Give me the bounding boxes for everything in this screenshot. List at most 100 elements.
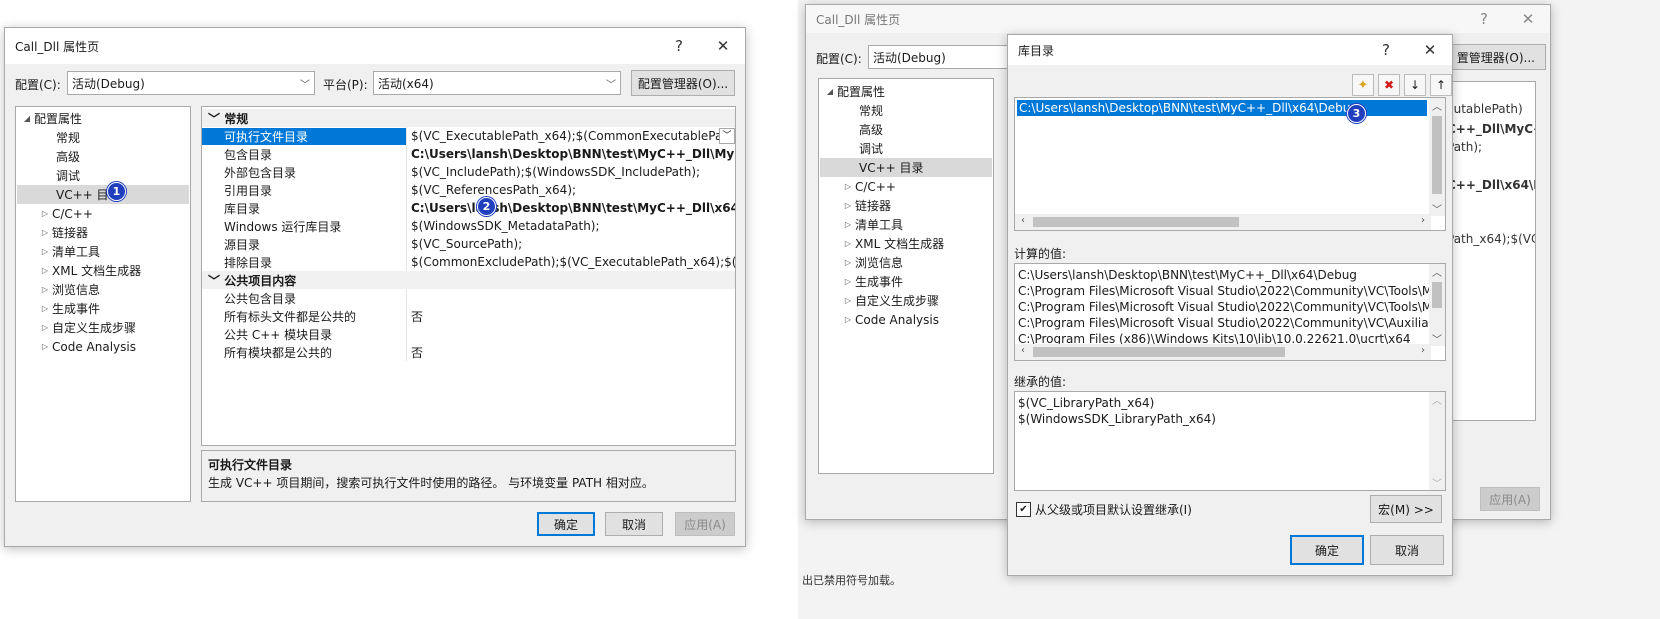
category-public-project[interactable]: ﹀ 公共项目内容 [202,271,735,289]
tree-item-manifest-tool[interactable]: ▷ 清单工具 [841,215,903,234]
vertical-scrollbar[interactable]: ︿ ﹀ [1429,264,1445,346]
tree-item-code-analysis[interactable]: ▷ Code Analysis [841,310,939,329]
scroll-up-icon[interactable]: ︿ [1429,98,1445,113]
tree-item-custom-build[interactable]: ▷ 自定义生成步骤 [38,318,136,337]
scroll-down-icon[interactable]: ﹀ [1429,201,1445,216]
scroll-up-icon[interactable]: ︿ [1429,392,1445,407]
help-button[interactable]: ? [1364,41,1408,59]
scroll-thumb[interactable] [1432,282,1442,308]
row-value: $(VC_IncludePath);$(WindowsSDK_IncludePa… [406,163,735,181]
horizontal-scrollbar[interactable]: ‹ › [1015,344,1431,360]
vertical-scrollbar[interactable]: ︿ ﹀ [1429,392,1445,490]
tree-item-general[interactable]: 常规 [56,128,80,147]
row-winrt-dirs[interactable]: Windows 运行库目录 $(WindowsSDK_MetadataPath); [202,217,735,235]
tree-item-build-events[interactable]: ▷ 生成事件 [841,272,903,291]
tree-item-c-cpp[interactable]: ▷ C/C++ [841,177,896,196]
macros-button[interactable]: 宏(M) >> [1370,495,1442,523]
ok-button[interactable]: 确定 [537,512,595,536]
category-general[interactable]: ﹀ 常规 [202,109,735,127]
tree-item-label: 链接器 [52,226,89,240]
row-executable-dirs[interactable]: 可执行文件目录 $(VC_ExecutablePath_x64);$(Common… [202,127,735,145]
tree-item-linker[interactable]: ▷ 链接器 [38,223,88,242]
inherited-values-list[interactable]: $(VC_LibraryPath_x64) $(WindowsSDK_Libra… [1014,391,1446,491]
tree-item-label: 浏览信息 [855,256,904,270]
lib-ok-button[interactable]: 确定 [1290,535,1364,565]
expand-icon: ▷ [41,323,49,332]
tree-item-build-events[interactable]: ▷ 生成事件 [38,299,100,318]
tree-item-label: 链接器 [855,199,892,213]
tree-item-xml-doc[interactable]: ▷ XML 文档生成器 [38,261,141,280]
scroll-left-icon[interactable]: ‹ [1015,215,1031,226]
delete-icon: ✖ [1383,78,1395,92]
tree-item-config-properties[interactable]: ◢ 配置属性 [20,109,82,128]
tree-item-debugging[interactable]: 调试 [859,139,883,158]
scroll-right-icon[interactable]: › [1415,345,1431,356]
config-combobox[interactable]: 活动(Debug) [868,45,1010,69]
tree-item-vc-directories[interactable]: VC++ 目 [17,185,189,204]
row-exclude-dirs[interactable]: 排除目录 $(CommonExcludePath);$(VC_Executable… [202,253,735,271]
tree-item-vc-directories[interactable]: VC++ 目录 [820,158,992,177]
scroll-down-icon[interactable]: ﹀ [1429,475,1445,490]
tree-item-c-cpp[interactable]: ▷ C/C++ [38,204,93,223]
new-line-button[interactable]: ✦ [1352,74,1374,96]
tree-item-advanced[interactable]: 高级 [56,147,80,166]
scroll-right-icon[interactable]: › [1415,215,1431,226]
row-source-dirs[interactable]: 源目录 $(VC_SourcePath); [202,235,735,253]
dropdown-icon[interactable]: ﹀ [719,128,735,144]
lib-edit-list[interactable]: C:\Users\lansh\Desktop\BNN\test\MyC++_Dl… [1014,97,1446,231]
tree-item-debugging[interactable]: 调试 [56,166,80,185]
move-down-button[interactable]: ↓ [1404,74,1426,96]
row-all-headers-public[interactable]: 所有标头文件都是公共的 否 [202,307,735,325]
computed-values-list[interactable]: C:\Users\lansh\Desktop\BNN\test\MyC++_Dl… [1014,263,1446,361]
tree-item-custom-build[interactable]: ▷ 自定义生成步骤 [841,291,939,310]
close-button[interactable]: ✕ [701,37,745,55]
row-public-module-dirs[interactable]: 公共 C++ 模块目录 [202,325,735,343]
close-button[interactable]: ✕ [1506,10,1550,28]
tree-item-config-properties[interactable]: ◢ 配置属性 [823,82,885,101]
delete-line-button[interactable]: ✖ [1378,74,1400,96]
tree-item-linker[interactable]: ▷ 链接器 [841,196,891,215]
expand-icon: ▷ [41,266,49,275]
config-combobox[interactable]: 活动(Debug) ﹀ [67,71,315,95]
row-all-modules-public[interactable]: 所有模块都是公共的 否 [202,343,735,361]
tree-item-label: 高级 [859,123,884,137]
row-value: $(VC_ExecutablePath_x64);$(CommonExecuta… [406,127,735,145]
horizontal-scrollbar[interactable]: ‹ › [1015,214,1431,230]
row-external-include-dirs[interactable]: 外部包含目录 $(VC_IncludePath);$(WindowsSDK_Inc… [202,163,735,181]
scroll-thumb[interactable] [1033,347,1285,357]
tree-item-advanced[interactable]: 高级 [859,120,883,139]
tree-item-general[interactable]: 常规 [859,101,883,120]
row-value-text: $(VC_ExecutablePath_x64);$(CommonExecuta… [411,129,719,143]
scroll-up-icon[interactable]: ︿ [1429,264,1445,279]
inherit-checkbox-row[interactable]: ✔ 从父级或项目默认设置继承(I) [1016,501,1192,518]
scroll-thumb[interactable] [1033,217,1239,227]
row-reference-dirs[interactable]: 引用目录 $(VC_ReferencesPath_x64); [202,181,735,199]
close-button[interactable]: ✕ [1408,41,1452,59]
row-public-include-dirs[interactable]: 公共包含目录 [202,289,735,307]
tree-item-browse-info[interactable]: ▷ 浏览信息 [38,280,100,299]
row-include-dirs[interactable]: 包含目录 C:\Users\lansh\Desktop\BNN\test\MyC+… [202,145,735,163]
scroll-down-icon[interactable]: ﹀ [1429,331,1445,346]
platform-combobox[interactable]: 活动(x64) ﹀ [373,71,621,95]
inherit-checkbox[interactable]: ✔ [1016,502,1031,517]
tree-item-code-analysis[interactable]: ▷ Code Analysis [38,337,136,356]
scroll-left-icon[interactable]: ‹ [1015,345,1031,356]
apply-button[interactable]: 应用(A) [1480,487,1540,511]
tree-item-xml-doc[interactable]: ▷ XML 文档生成器 [841,234,944,253]
lib-cancel-button[interactable]: 取消 [1370,535,1444,565]
tree-item-manifest-tool[interactable]: ▷ 清单工具 [38,242,100,261]
right-title-bar: Call_Dll 属性页 ? ✕ [806,5,1550,33]
config-label: 配置(C): [15,78,61,92]
cancel-button[interactable]: 取消 [605,512,663,536]
config-manager-button[interactable]: 配置管理器(O)... [631,70,735,96]
move-up-button[interactable]: ↑ [1430,74,1452,96]
tree-item-browse-info[interactable]: ▷ 浏览信息 [841,253,903,272]
help-button[interactable]: ? [1462,10,1506,28]
config-manager-button[interactable]: 置管理器(O)... [1442,44,1546,70]
help-button[interactable]: ? [657,37,701,55]
apply-button[interactable]: 应用(A) [675,512,735,536]
row-name: 所有模块都是公共的 [224,345,333,360]
scroll-thumb[interactable] [1432,116,1442,194]
row-library-dirs[interactable]: 库目录 C:\Users\lansh\Desktop\BNN\test\MyC++… [202,199,735,217]
vertical-scrollbar[interactable]: ︿ ﹀ [1429,98,1445,216]
